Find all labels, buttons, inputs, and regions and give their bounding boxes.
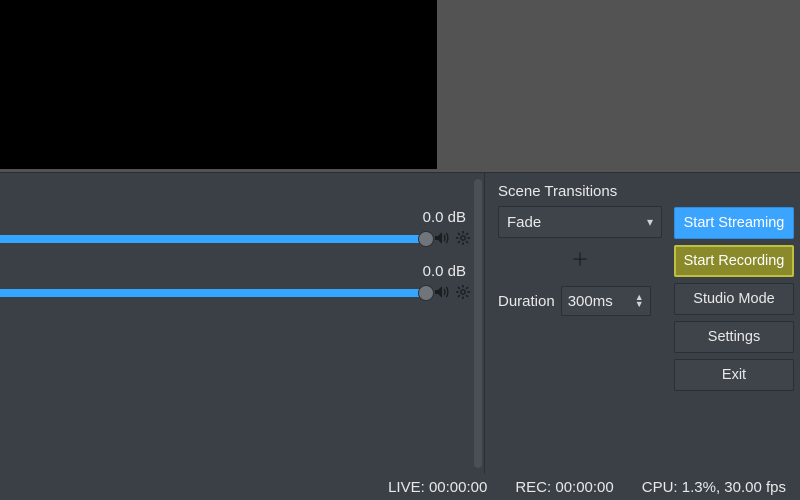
- studio-mode-button[interactable]: Studio Mode: [674, 283, 794, 315]
- program-preview[interactable]: [0, 0, 437, 169]
- duration-value: 300ms: [568, 293, 613, 310]
- gear-icon[interactable]: [456, 285, 470, 299]
- start-streaming-button[interactable]: Start Streaming: [674, 207, 794, 239]
- audio-channel: 0.0 dB: [0, 263, 484, 317]
- audio-db-label: 0.0 dB: [423, 209, 466, 226]
- speaker-icon[interactable]: [434, 285, 450, 299]
- chevron-down-icon: ▾: [647, 215, 653, 229]
- speaker-icon[interactable]: [434, 231, 450, 245]
- volume-slider-thumb[interactable]: [418, 285, 434, 301]
- status-rec: REC: 00:00:00: [515, 479, 613, 496]
- lower-panel: 0.0 dB 0.0 dB: [0, 172, 800, 474]
- start-recording-button[interactable]: Start Recording: [674, 245, 794, 277]
- transition-select-value: Fade: [507, 214, 541, 231]
- audio-mixer: 0.0 dB 0.0 dB: [0, 173, 485, 474]
- volume-slider-track[interactable]: [0, 289, 426, 297]
- exit-button[interactable]: Exit: [674, 359, 794, 391]
- preview-side-area: [437, 0, 800, 172]
- scene-transitions-panel: Scene Transitions Fade ▾ ＋ Duration 300m…: [498, 173, 662, 316]
- status-cpu: CPU: 1.3%, 30.00 fps: [642, 479, 786, 496]
- status-bar: LIVE: 00:00:00 REC: 00:00:00 CPU: 1.3%, …: [0, 474, 800, 500]
- settings-button[interactable]: Settings: [674, 321, 794, 353]
- scene-transitions-title: Scene Transitions: [498, 183, 662, 200]
- audio-channel: 0.0 dB: [0, 209, 484, 263]
- add-transition-icon[interactable]: ＋: [571, 246, 589, 272]
- volume-slider-track[interactable]: [0, 235, 426, 243]
- spinner-arrows-icon[interactable]: ▲▼: [635, 294, 644, 308]
- volume-slider-fill: [0, 289, 426, 297]
- volume-slider-thumb[interactable]: [418, 231, 434, 247]
- gear-icon[interactable]: [456, 231, 470, 245]
- duration-label: Duration: [498, 293, 555, 310]
- controls-panel: Start Streaming Start Recording Studio M…: [674, 207, 794, 391]
- status-live: LIVE: 00:00:00: [388, 479, 487, 496]
- volume-slider-fill: [0, 235, 426, 243]
- transition-select[interactable]: Fade ▾: [498, 206, 662, 238]
- duration-spinner[interactable]: 300ms ▲▼: [561, 286, 651, 316]
- preview-row: [0, 0, 800, 172]
- audio-db-label: 0.0 dB: [423, 263, 466, 280]
